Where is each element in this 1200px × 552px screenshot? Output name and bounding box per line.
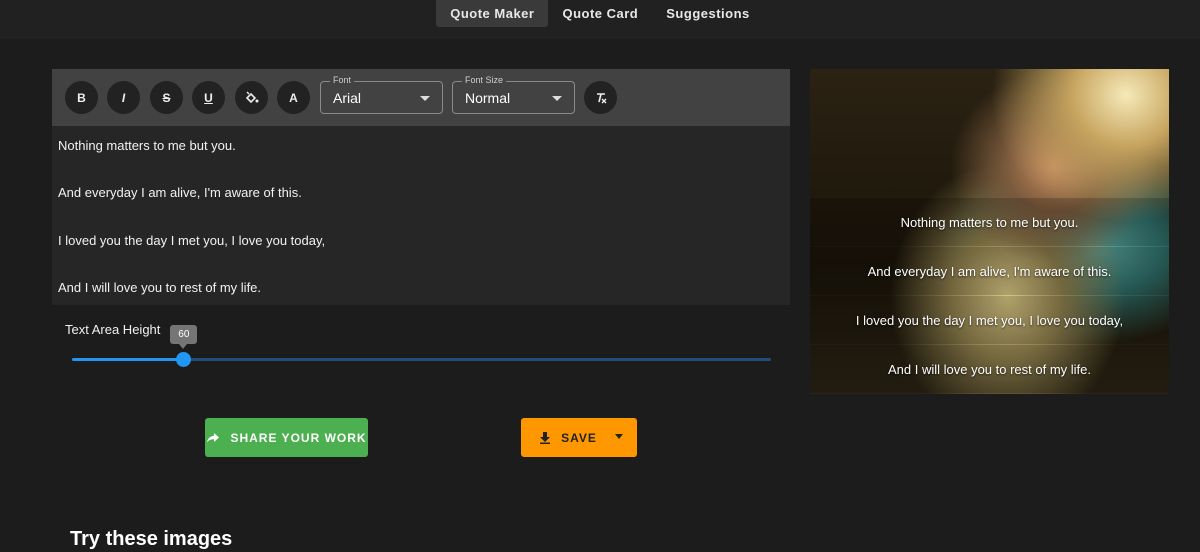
quote-line: Nothing matters to me but you. bbox=[58, 138, 236, 153]
paint-bucket-icon bbox=[245, 91, 258, 103]
editor-toolbar: B I S U A Font Arial Font Size Normal bbox=[52, 69, 790, 126]
slider-value-tooltip: 60 bbox=[170, 325, 198, 349]
font-select-value: Arial bbox=[333, 90, 362, 106]
text-color-icon: A bbox=[289, 90, 298, 105]
preview-line: Nothing matters to me but you. bbox=[810, 198, 1169, 246]
download-icon bbox=[540, 432, 551, 444]
font-select[interactable]: Font Arial bbox=[320, 75, 443, 114]
strikethrough-icon: S bbox=[162, 90, 171, 105]
bold-button[interactable]: B bbox=[65, 81, 98, 114]
quote-line: And everyday I am alive, I'm aware of th… bbox=[58, 185, 302, 200]
font-size-select-value: Normal bbox=[465, 90, 511, 106]
chevron-down-icon bbox=[420, 96, 430, 101]
bold-icon: B bbox=[77, 90, 86, 105]
tab-suggestions[interactable]: Suggestions bbox=[652, 0, 764, 27]
chevron-down-icon bbox=[552, 96, 562, 101]
preview-line: And I will love you to rest of my life. bbox=[810, 345, 1169, 393]
preview-line: And everyday I am alive, I'm aware of th… bbox=[810, 247, 1169, 295]
text-color-button[interactable]: A bbox=[277, 81, 310, 114]
quote-line: I loved you the day I met you, I love yo… bbox=[58, 233, 326, 248]
quote-line: And I will love you to rest of my life. bbox=[58, 280, 262, 295]
underline-button[interactable]: U bbox=[192, 81, 225, 114]
font-select-label: Font bbox=[330, 75, 355, 85]
fill-color-button[interactable] bbox=[235, 81, 268, 114]
top-nav: Quote Maker Quote Card Suggestions bbox=[0, 0, 1200, 39]
share-your-work-button[interactable]: SHARE YOUR WORK bbox=[205, 418, 368, 457]
save-button[interactable]: SAVE bbox=[521, 418, 637, 457]
tab-quote-card[interactable]: Quote Card bbox=[548, 0, 652, 27]
share-arrow-icon bbox=[207, 432, 220, 442]
underline-icon: U bbox=[204, 90, 213, 105]
quote-preview-image: Nothing matters to me but you. And every… bbox=[810, 69, 1169, 394]
strikethrough-button[interactable]: S bbox=[150, 81, 183, 114]
section-title: Try these images bbox=[70, 528, 233, 550]
chevron-down-icon[interactable] bbox=[615, 434, 623, 439]
italic-button[interactable]: I bbox=[107, 81, 140, 114]
save-button-label: SAVE bbox=[561, 430, 597, 445]
clear-format-icon bbox=[596, 92, 606, 103]
font-size-select-label: Font Size bbox=[462, 75, 507, 85]
clear-format-button[interactable] bbox=[584, 81, 617, 114]
slider-fill bbox=[72, 358, 184, 361]
italic-icon: I bbox=[121, 90, 126, 105]
text-area-height-label: Text Area Height bbox=[65, 322, 161, 337]
preview-line: I loved you the day I met you, I love yo… bbox=[810, 296, 1169, 344]
font-size-select[interactable]: Font Size Normal bbox=[452, 75, 575, 114]
slider-thumb[interactable] bbox=[176, 352, 192, 367]
share-button-label: SHARE YOUR WORK bbox=[230, 430, 367, 445]
tab-quote-maker[interactable]: Quote Maker bbox=[436, 0, 549, 27]
quote-editor: B I S U A Font Arial Font Size Normal No… bbox=[52, 69, 790, 305]
